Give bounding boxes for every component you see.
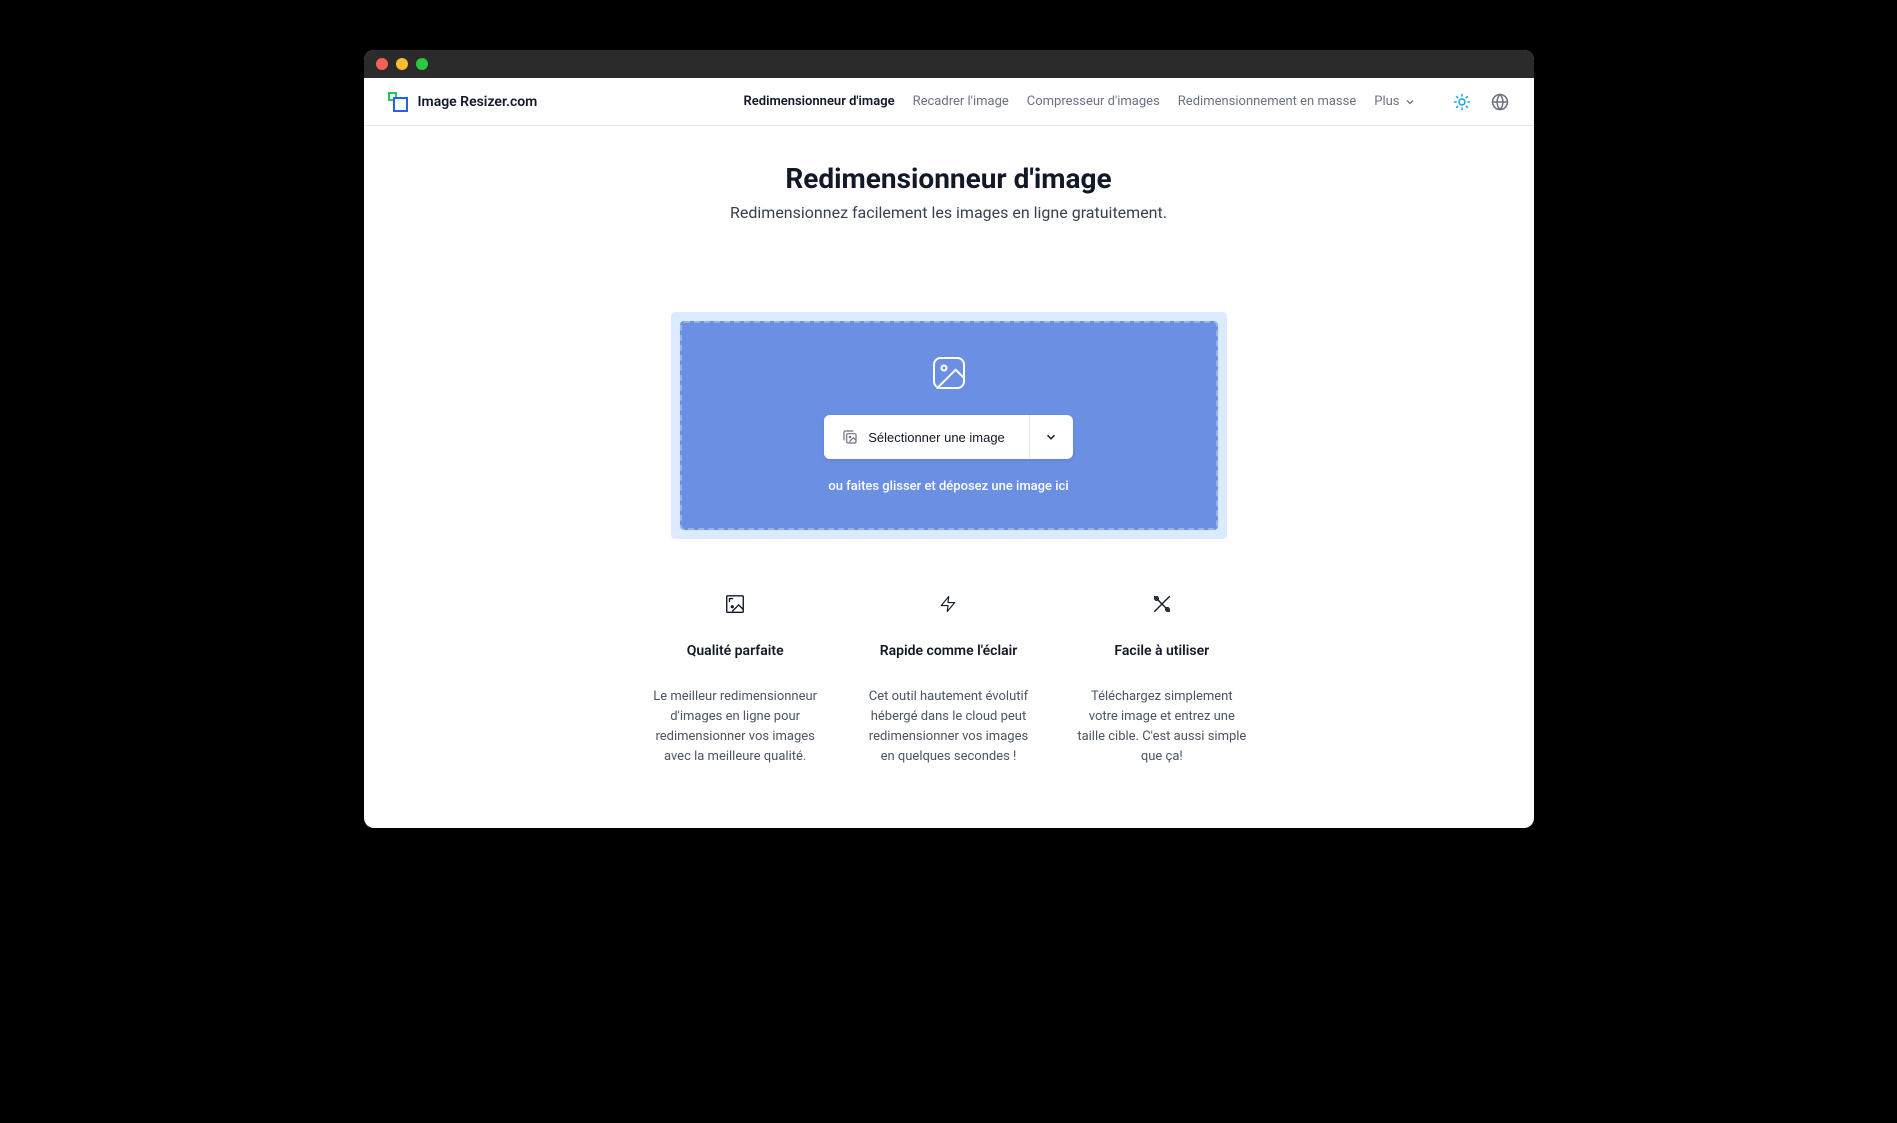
nav-link-crop[interactable]: Recadrer l'image	[913, 94, 1009, 109]
nav-more-label: Plus	[1374, 94, 1399, 109]
lightning-icon	[937, 593, 959, 615]
select-source-dropdown[interactable]	[1029, 415, 1073, 459]
features-row: Qualité parfaite Le meilleur redimension…	[649, 593, 1249, 768]
logo-icon	[388, 92, 408, 112]
tools-icon	[1151, 593, 1173, 615]
page-subtitle: Redimensionnez facilement les images en …	[364, 203, 1534, 222]
site-header: Image Resizer.com Redimensionneur d'imag…	[364, 78, 1534, 126]
feature-easy: Facile à utiliser Téléchargez simplement…	[1075, 593, 1248, 768]
titlebar	[364, 50, 1534, 78]
feature-desc: Le meilleur redimensionneur d'images en …	[649, 687, 822, 768]
nav-more-dropdown[interactable]: Plus	[1374, 94, 1415, 109]
nav-icons	[1452, 92, 1510, 112]
feature-speed: Rapide comme l'éclair Cet outil hautemen…	[862, 593, 1035, 768]
nav-link-resizer[interactable]: Redimensionneur d'image	[744, 94, 895, 109]
select-image-label: Sélectionner une image	[868, 430, 1005, 445]
brand-name: Image Resizer.com	[418, 94, 538, 110]
browser-window: Image Resizer.com Redimensionneur d'imag…	[364, 50, 1534, 828]
dropzone[interactable]: Sélectionner une image ou faites glisser…	[680, 321, 1218, 530]
sun-icon	[1453, 93, 1471, 111]
language-button[interactable]	[1490, 92, 1510, 112]
feature-quality: Qualité parfaite Le meilleur redimension…	[649, 593, 822, 768]
image-placeholder-icon	[929, 353, 969, 393]
nav-link-bulk[interactable]: Redimensionnement en masse	[1178, 94, 1356, 109]
chevron-down-icon	[1044, 430, 1058, 444]
close-window-button[interactable]	[376, 58, 388, 70]
main-content: Redimensionneur d'image Redimensionnez f…	[364, 126, 1534, 828]
resize-icon	[724, 593, 746, 615]
main-nav: Redimensionneur d'image Recadrer l'image…	[744, 92, 1510, 112]
drag-hint: ou faites glisser et déposez une image i…	[828, 479, 1068, 494]
chevron-down-icon	[1404, 96, 1416, 108]
images-icon	[842, 429, 858, 445]
dropzone-container: Sélectionner une image ou faites glisser…	[671, 312, 1227, 539]
feature-title: Facile à utiliser	[1075, 643, 1248, 659]
globe-icon	[1491, 93, 1509, 111]
select-image-button[interactable]: Sélectionner une image	[824, 415, 1029, 459]
feature-desc: Téléchargez simplement votre image et en…	[1075, 687, 1248, 768]
brand-logo[interactable]: Image Resizer.com	[388, 92, 538, 112]
minimize-window-button[interactable]	[396, 58, 408, 70]
select-image-group: Sélectionner une image	[824, 415, 1073, 459]
feature-title: Rapide comme l'éclair	[862, 643, 1035, 659]
feature-desc: Cet outil hautement évolutif hébergé dan…	[862, 687, 1035, 768]
nav-link-compressor[interactable]: Compresseur d'images	[1027, 94, 1160, 109]
maximize-window-button[interactable]	[416, 58, 428, 70]
theme-toggle-button[interactable]	[1452, 92, 1472, 112]
feature-title: Qualité parfaite	[649, 643, 822, 659]
page-title: Redimensionneur d'image	[364, 162, 1534, 195]
